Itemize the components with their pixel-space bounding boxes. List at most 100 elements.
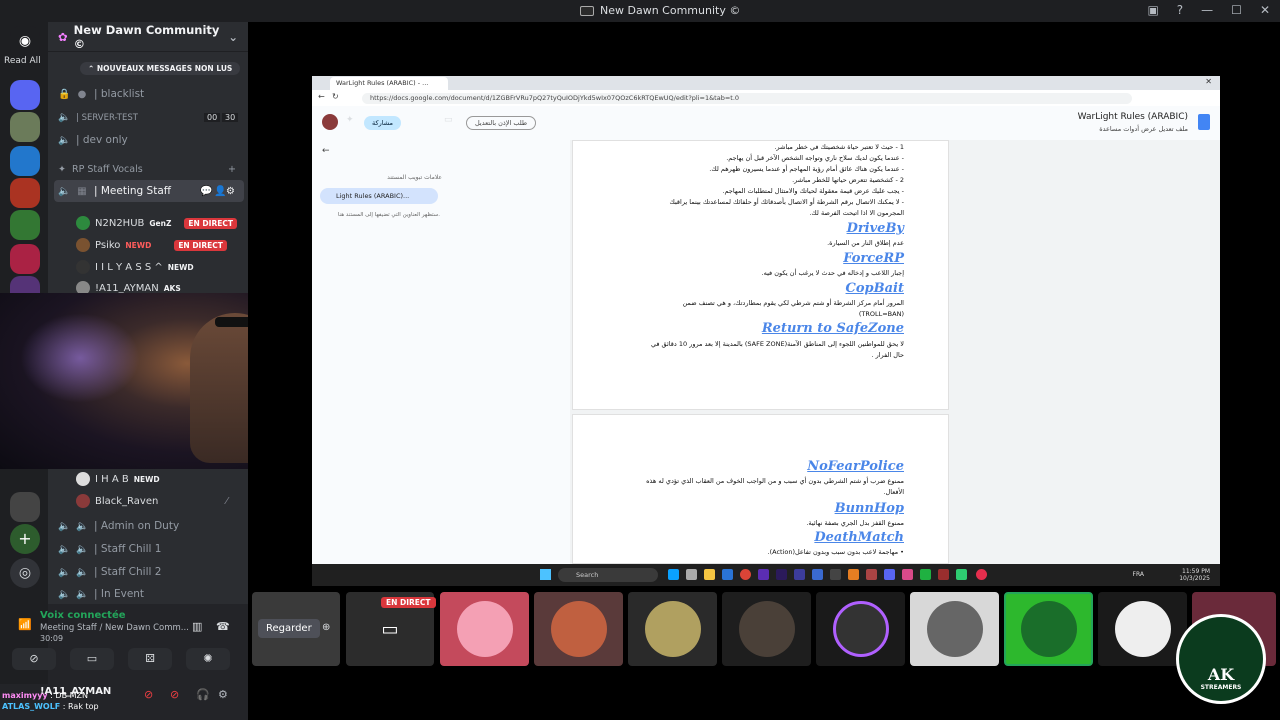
camera-off-button[interactable]: ⊘ [12, 648, 56, 670]
maximize-button[interactable]: ☐ [1231, 3, 1242, 17]
discover-icon[interactable]: ◎ [10, 558, 40, 588]
participant-tile[interactable] [816, 592, 905, 666]
app-icon[interactable] [902, 569, 913, 580]
gemini-icon[interactable]: ✦ [346, 115, 354, 125]
channel-dev-only[interactable]: 🔈 | dev only [58, 134, 128, 146]
avatar [926, 601, 983, 657]
back-arrow-icon[interactable]: ← [322, 146, 330, 156]
voice-user[interactable]: I H A B NEWD [76, 472, 160, 486]
channel-staff-chill-1[interactable]: 🔈 🔈 | Staff Chill 1 [58, 543, 161, 555]
channel-in-event[interactable]: 🔈 🔈 | In Event [58, 588, 144, 600]
app-icon[interactable] [956, 569, 967, 580]
server-icon[interactable] [10, 210, 40, 240]
add-server-icon[interactable]: + [10, 524, 40, 554]
share-screen-button[interactable]: ▭ [70, 648, 114, 670]
participant-tile[interactable] [1004, 592, 1093, 666]
participant-tile[interactable] [722, 592, 811, 666]
mic-muted-icon[interactable]: ⊘ [144, 688, 153, 701]
app-icon[interactable] [776, 569, 787, 580]
close-icon[interactable]: ✕ [1205, 77, 1212, 86]
server-icon[interactable] [10, 146, 40, 176]
gear-icon[interactable]: ⚙ [218, 688, 228, 701]
doc-title[interactable]: WarLight Rules (ARABIC) [1078, 112, 1188, 122]
back-icon[interactable]: ← [318, 92, 325, 101]
soundboard-button[interactable]: ✺ [186, 648, 230, 670]
section-heading: Return to SafeZone [761, 321, 904, 336]
channel-staff-chill-2[interactable]: 🔈 🔈 | Staff Chill 2 [58, 566, 161, 578]
browser-tab[interactable]: WarLight Rules (ARABIC) - ... [330, 77, 448, 90]
participant-tile[interactable] [534, 592, 623, 666]
chrome-icon[interactable] [740, 569, 751, 580]
server-icon[interactable] [10, 112, 40, 142]
channel-server-test[interactable]: 🔈 | SERVER-TEST 00 30 [58, 112, 239, 123]
server-icon[interactable] [10, 178, 40, 208]
app-icon[interactable] [830, 569, 841, 580]
taskbar-search[interactable]: Search [558, 568, 658, 582]
voice-user[interactable]: I I L Y A S S ^ NEWD [76, 260, 194, 274]
channel-meeting-staff[interactable]: 🔈 ▦ | Meeting Staff 💬 👤 ⚙ [54, 180, 244, 202]
server-icon[interactable] [10, 80, 40, 110]
app-icon[interactable] [920, 569, 931, 580]
help-icon[interactable]: ? [1177, 3, 1183, 17]
avatar[interactable] [322, 114, 338, 130]
participant-tile[interactable] [440, 592, 529, 666]
minimize-button[interactable]: — [1201, 3, 1213, 17]
speaker-icon: 🔈 [58, 134, 71, 146]
folder-icon[interactable] [704, 569, 715, 580]
disconnect-icon[interactable]: ☎ [216, 620, 230, 633]
app-icon[interactable] [812, 569, 823, 580]
document-page: 1 - حيث لا تعتبر حياة شخصيتك في خطر مباش… [572, 140, 949, 410]
activity-button[interactable]: ⚄ [128, 648, 172, 670]
read-all-button[interactable]: Read All [4, 56, 41, 66]
app-icon[interactable] [794, 569, 805, 580]
voice-user[interactable]: Psiko NEWD EN DIRECT [76, 238, 227, 252]
app-icon[interactable] [848, 569, 859, 580]
server-icon[interactable] [10, 244, 40, 274]
chat-icon[interactable]: 💬 [200, 186, 212, 197]
app-icon[interactable] [938, 569, 949, 580]
participant-tile[interactable] [628, 592, 717, 666]
request-edit-button[interactable]: طلب الإذن بالتعديل [466, 116, 537, 130]
section-heading: NoFearPolice [807, 459, 904, 474]
gear-icon[interactable]: ⚙ [226, 186, 235, 197]
app-icon[interactable] [668, 569, 679, 580]
outline-tab-item[interactable]: Light Rules (ARABIC)... [320, 188, 438, 204]
reload-icon[interactable]: ↻ [332, 92, 339, 101]
doc-menu[interactable]: ملف تعديل عرض أدوات مساعدة [1099, 125, 1188, 133]
zoom-icon[interactable]: ⊕ [322, 622, 330, 633]
participant-tile[interactable] [1098, 592, 1187, 666]
app-icon[interactable] [686, 569, 697, 580]
category-rp-staff-vocals[interactable]: ✦ RP Staff Vocals + [58, 164, 238, 175]
app-icon[interactable] [866, 569, 877, 580]
server-header[interactable]: ✿ New Dawn Community © ⌄ [48, 22, 248, 52]
app-icon[interactable] [722, 569, 733, 580]
invite-icon[interactable]: 👤 [214, 186, 226, 197]
new-messages-pill[interactable]: ⌃ NOUVEAUX MESSAGES NON LUS [80, 62, 241, 75]
voice-user[interactable]: N2N2HUB GenZ EN DIRECT [76, 216, 237, 230]
windows-start-icon[interactable] [540, 569, 551, 580]
windows-taskbar: Search FRA 11:59 PM 10/3/2025 [312, 564, 1220, 586]
voice-channel[interactable]: Meeting Staff / New Dawn Comm... [40, 623, 189, 633]
calendar-icon: ▦ [77, 185, 87, 197]
deafen-icon[interactable]: ⊘ [170, 688, 179, 701]
voice-user[interactable]: Black_Raven ⁄ [76, 494, 228, 508]
channel-blacklist[interactable]: 🔒 ● | blacklist [58, 88, 144, 100]
discord-icon[interactable] [884, 569, 895, 580]
watch-button[interactable]: Regarder [258, 619, 320, 638]
share-button[interactable]: مشاركة [364, 116, 401, 130]
participant-tile[interactable] [910, 592, 999, 666]
app-icon[interactable] [976, 569, 987, 580]
muted-icon: ⁄ [226, 495, 228, 507]
close-button[interactable]: ✕ [1260, 3, 1270, 17]
url-field[interactable]: https://docs.google.com/document/d/1ZGBF… [362, 93, 1132, 104]
app-icon[interactable] [758, 569, 769, 580]
window-controls: ▣ ? — ☐ ✕ [1147, 3, 1270, 17]
add-channel-icon[interactable]: + [228, 164, 236, 175]
channel-admin-on-duty[interactable]: 🔈 🔈 | Admin on Duty [58, 520, 179, 532]
server-icon[interactable] [10, 492, 40, 522]
soundboard-icon[interactable]: ▥ [192, 620, 202, 633]
inbox-icon[interactable]: ▣ [1147, 3, 1158, 17]
video-icon[interactable]: ▭ [444, 115, 453, 125]
headphones-icon[interactable]: 🎧 [196, 688, 210, 701]
discord-home-icon[interactable]: ◉ [10, 26, 40, 56]
